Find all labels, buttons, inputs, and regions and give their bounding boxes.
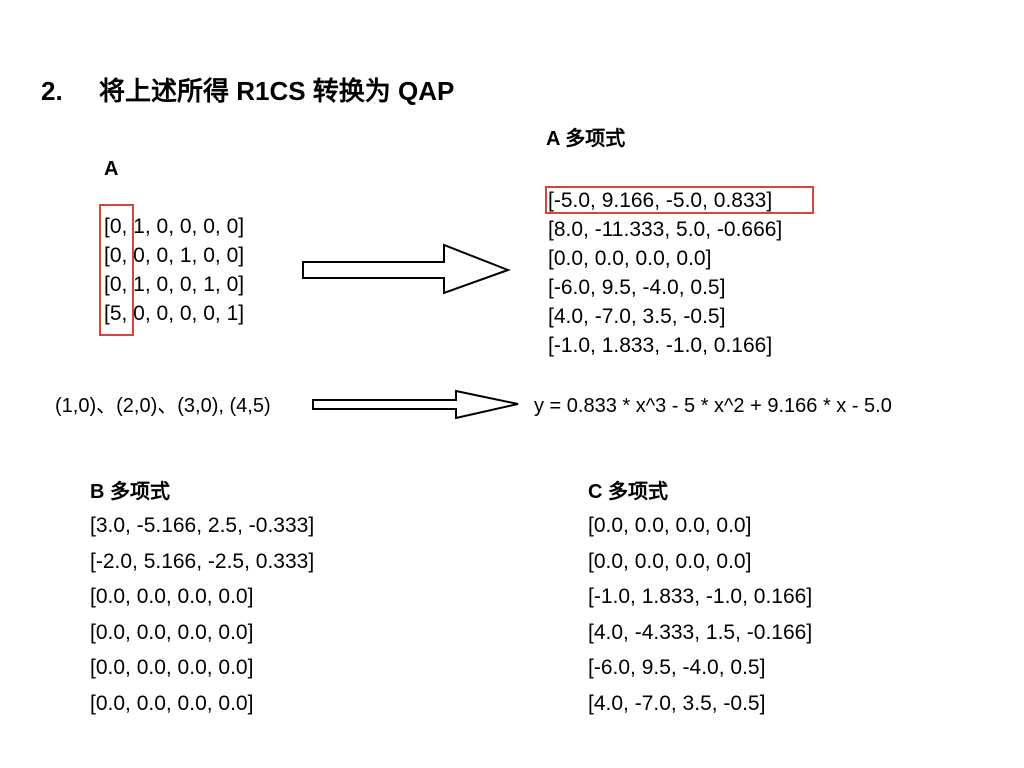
c-polynomial-row: [0.0, 0.0, 0.0, 0.0] xyxy=(588,514,752,537)
c-polynomial-label: C 多项式 xyxy=(588,481,668,503)
b-polynomial-rows: [3.0, -5.166, 2.5, -0.333] [-2.0, 5.166,… xyxy=(90,512,314,725)
c-polynomial-row: [4.0, -4.333, 1.5, -0.166] xyxy=(588,620,813,644)
b-polynomial-label: B 多项式 xyxy=(90,481,170,503)
b-polynomial-row: [0.0, 0.0, 0.0, 0.0] xyxy=(90,585,254,608)
c-polynomial-row: [-1.0, 1.833, -1.0, 0.166] xyxy=(588,585,813,608)
b-polynomial-row: [3.0, -5.166, 2.5, -0.333] xyxy=(90,514,315,537)
b-polynomial-row: [0.0, 0.0, 0.0, 0.0] xyxy=(90,656,254,679)
b-polynomial-row: [0.0, 0.0, 0.0, 0.0] xyxy=(90,620,254,644)
c-polynomial-rows: [0.0, 0.0, 0.0, 0.0] [0.0, 0.0, 0.0, 0.0… xyxy=(588,512,812,725)
c-polynomial-row: [0.0, 0.0, 0.0, 0.0] xyxy=(588,549,752,573)
c-polynomial-row: [4.0, -7.0, 3.5, -0.5] xyxy=(588,691,766,715)
b-polynomial-row: [0.0, 0.0, 0.0, 0.0] xyxy=(90,691,254,715)
polynomial-equation: y = 0.833 * x^3 - 5 * x^2 + 9.166 * x - … xyxy=(534,395,892,417)
thin-arrow-shape xyxy=(312,389,519,420)
c-polynomial-row: [-6.0, 9.5, -4.0, 0.5] xyxy=(588,656,766,679)
b-polynomial-row: [-2.0, 5.166, -2.5, 0.333] xyxy=(90,549,315,573)
